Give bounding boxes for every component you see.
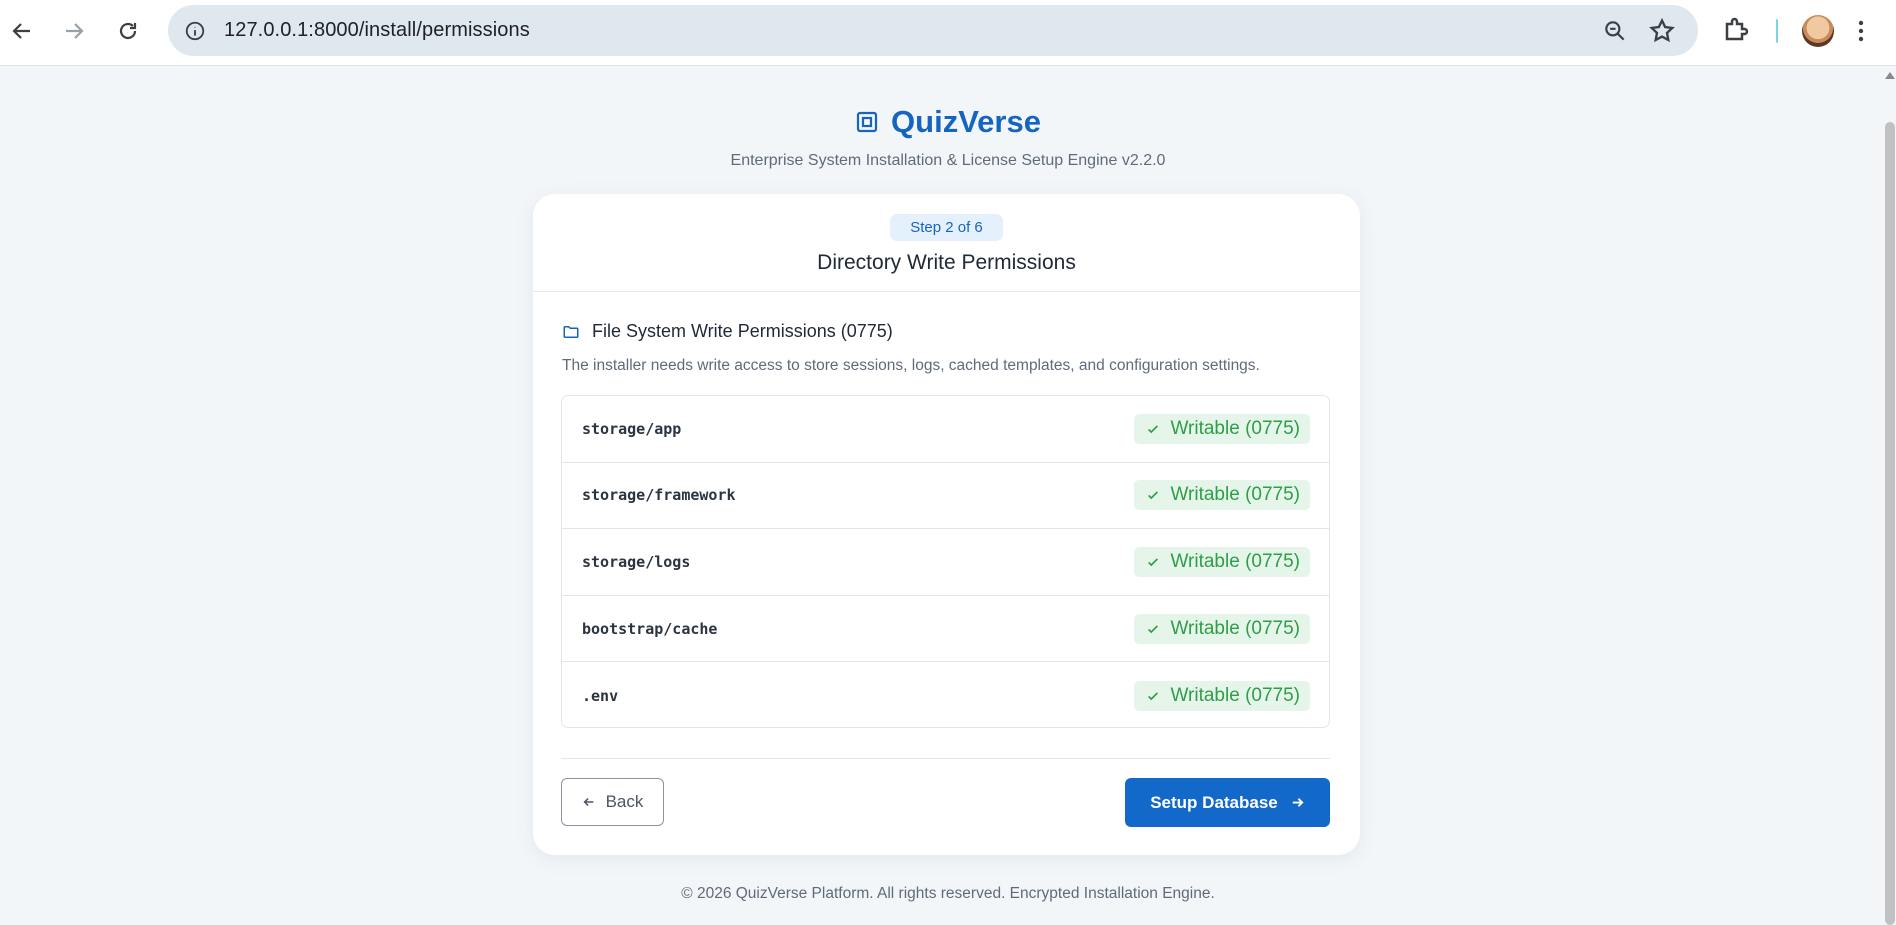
status-badge: Writable (0775) [1134, 546, 1310, 577]
installer-card: Step 2 of 6 Directory Write Permissions … [533, 194, 1360, 855]
chip-logo-icon [856, 111, 878, 133]
permission-path: .env [582, 686, 619, 705]
check-icon [1148, 624, 1159, 633]
page-footer: © 2026 QuizVerse Platform. All rights re… [681, 885, 1215, 902]
permission-path: storage/logs [582, 552, 691, 571]
permissions-list: storage/app Writable (0775) storage/fram… [561, 395, 1330, 728]
section-description: The installer needs write access to stor… [562, 357, 1260, 374]
status-text: Writable (0775) [1170, 617, 1300, 639]
check-icon [1148, 691, 1159, 700]
permission-path: storage/app [582, 419, 682, 438]
kebab-menu-icon[interactable] [1856, 16, 1866, 46]
setup-database-button[interactable]: Setup Database [1125, 778, 1330, 827]
brand-subtitle: Enterprise System Installation & License… [730, 152, 1166, 169]
back-button-label: Back [605, 792, 644, 811]
status-badge: Writable (0775) [1134, 480, 1310, 511]
card-title: Directory Write Permissions [817, 251, 1076, 274]
footer-divider [561, 758, 1330, 759]
arrow-right-icon [1292, 798, 1304, 807]
forward-arrow-icon[interactable] [55, 12, 93, 50]
section-heading: File System Write Permissions (0775) [562, 321, 893, 342]
permission-row: storage/logs Writable (0775) [562, 529, 1329, 596]
next-button-label: Setup Database [1150, 792, 1278, 812]
permission-row: storage/framework Writable (0775) [562, 463, 1329, 530]
status-text: Writable (0775) [1170, 550, 1300, 572]
reload-icon[interactable] [109, 12, 147, 50]
status-text: Writable (0775) [1170, 417, 1300, 439]
browser-toolbar: 127.0.0.1:8000/install/permissions [0, 0, 1896, 66]
permission-path: storage/framework [582, 486, 736, 505]
url-text[interactable]: 127.0.0.1:8000/install/permissions [224, 19, 530, 42]
status-text: Writable (0775) [1170, 484, 1300, 506]
back-button[interactable]: Back [561, 778, 664, 826]
permission-row: storage/app Writable (0775) [562, 396, 1329, 463]
permission-row: .env Writable (0775) [562, 662, 1329, 727]
card-header: Step 2 of 6 Directory Write Permissions [533, 194, 1360, 292]
extensions-puzzle-icon[interactable] [1722, 14, 1752, 44]
status-badge: Writable (0775) [1134, 413, 1310, 444]
folder-icon [563, 325, 579, 338]
status-text: Writable (0775) [1170, 684, 1300, 706]
profile-avatar[interactable] [1802, 15, 1834, 47]
permission-path: bootstrap/cache [582, 619, 718, 638]
bookmark-star-icon[interactable] [1648, 17, 1676, 45]
check-icon [1148, 425, 1159, 434]
step-badge: Step 2 of 6 [890, 214, 1003, 241]
permission-row: bootstrap/cache Writable (0775) [562, 596, 1329, 663]
brand-title: QuizVerse [891, 104, 1041, 139]
site-info-icon[interactable] [180, 16, 210, 46]
brand-header: QuizVerse Enterprise System Installation… [0, 104, 1896, 170]
check-icon [1148, 558, 1159, 567]
toolbar-divider [1776, 19, 1778, 43]
status-badge: Writable (0775) [1134, 613, 1310, 644]
scroll-up-arrow-icon[interactable] [1885, 72, 1895, 79]
check-icon [1148, 491, 1159, 500]
status-badge: Writable (0775) [1134, 680, 1310, 711]
arrow-left-icon [583, 797, 593, 807]
scrollbar-thumb[interactable] [1885, 122, 1895, 925]
zoom-icon[interactable] [1602, 18, 1628, 44]
back-arrow-icon[interactable] [3, 12, 41, 50]
section-title: File System Write Permissions (0775) [592, 321, 893, 341]
page-scrollbar[interactable] [1882, 66, 1896, 925]
address-bar[interactable]: 127.0.0.1:8000/install/permissions [168, 5, 1698, 56]
